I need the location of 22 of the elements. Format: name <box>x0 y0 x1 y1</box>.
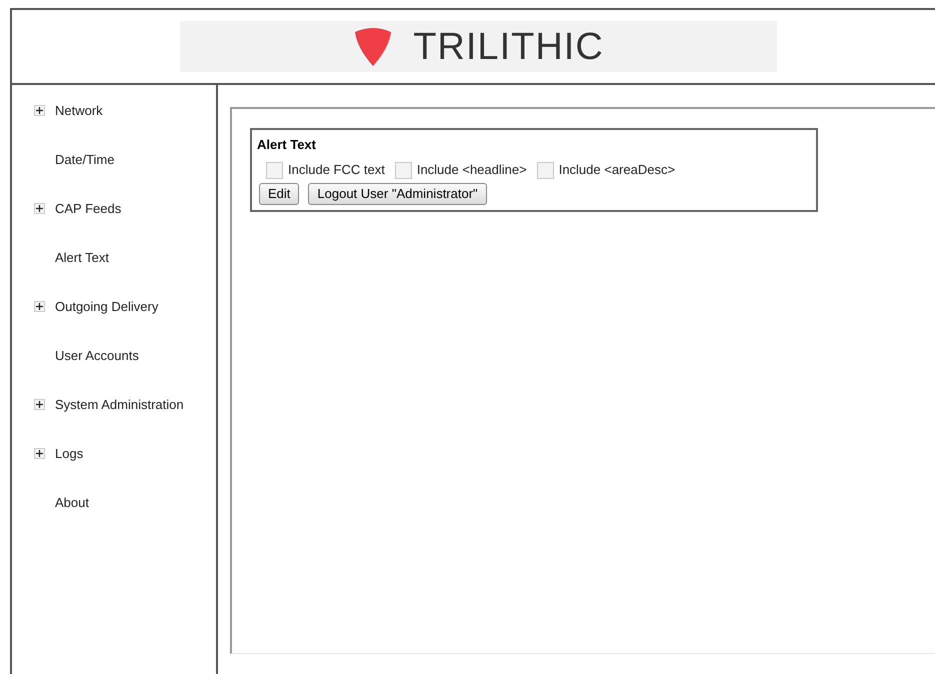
expand-icon[interactable] <box>34 203 45 214</box>
checkbox-label: Include FCC text <box>288 160 385 178</box>
expand-icon[interactable] <box>34 301 45 312</box>
sidebar-item[interactable]: User Accounts <box>55 346 139 366</box>
sidebar-item[interactable]: CAP Feeds <box>55 198 122 218</box>
action-button[interactable]: Logout User "Administrator" <box>308 183 487 205</box>
expand-icon[interactable] <box>34 399 45 410</box>
logo-text: TRILITHIC <box>413 28 604 66</box>
sidebar-item[interactable]: About <box>55 492 89 512</box>
checkbox-label: Include <headline> <box>416 160 527 178</box>
sidebar-item[interactable]: Network <box>55 100 103 120</box>
sidebar-item[interactable]: Logs <box>55 444 84 464</box>
sidebar-item[interactable]: Date/Time <box>55 150 114 170</box>
sidebar-item[interactable]: Outgoing Delivery <box>55 296 158 316</box>
checkbox-label: Include <areaDesc> <box>558 160 676 178</box>
sidebar-item[interactable]: System Administration <box>55 394 184 414</box>
action-button[interactable]: Edit <box>259 183 300 205</box>
expand-icon[interactable] <box>34 105 45 116</box>
sidebar-item[interactable]: Alert Text <box>55 248 109 268</box>
shield-icon <box>353 26 394 67</box>
panel-title: Alert Text <box>257 136 317 154</box>
expand-icon[interactable] <box>34 448 45 459</box>
